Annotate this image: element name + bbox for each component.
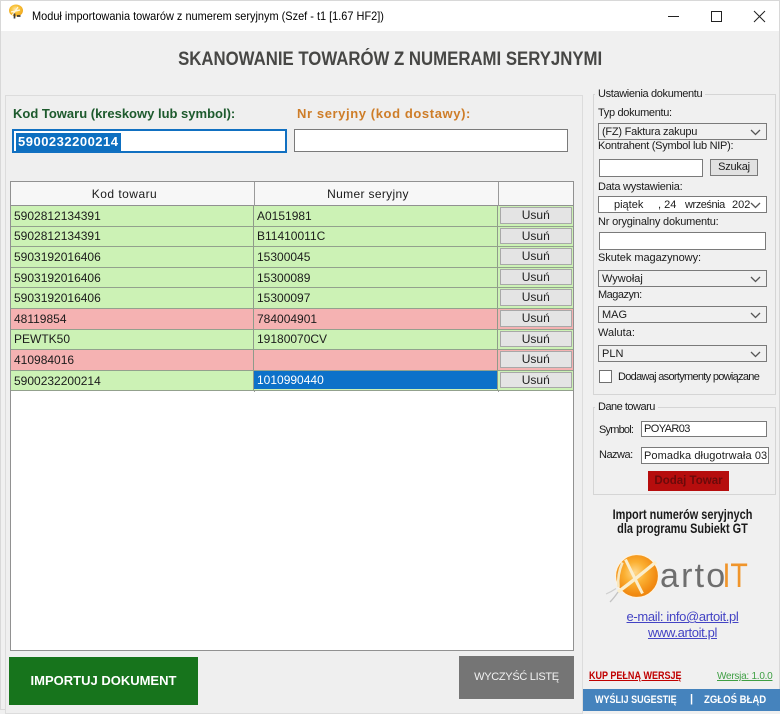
svg-text:IT: IT — [723, 557, 748, 595]
svg-text:arto: arto — [660, 557, 727, 595]
